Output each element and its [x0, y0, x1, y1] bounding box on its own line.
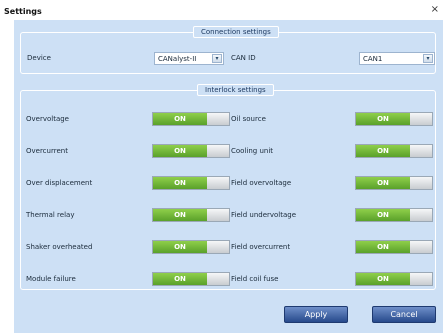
interlock-settings-legend: Interlock settings: [197, 84, 274, 96]
toggle-knob[interactable]: [410, 209, 432, 221]
toggle-knob[interactable]: [410, 145, 432, 157]
toggle-knob[interactable]: [207, 145, 229, 157]
toggle-knob[interactable]: [410, 241, 432, 253]
device-dropdown[interactable]: CANalyst-II ▾: [154, 52, 224, 65]
toggle-shaker-overheated[interactable]: ON: [152, 240, 230, 254]
toggle-module-failure[interactable]: ON: [152, 272, 230, 286]
toggle-field-overcurrent[interactable]: ON: [355, 240, 433, 254]
toggle-field-undervoltage[interactable]: ON: [355, 208, 433, 222]
toggle-cooling-unit[interactable]: ON: [355, 144, 433, 158]
connection-settings-legend: Connection settings: [193, 26, 279, 38]
toggle-state-label: ON: [153, 177, 207, 189]
toggle-knob[interactable]: [207, 241, 229, 253]
toggle-knob[interactable]: [207, 273, 229, 285]
toggle-knob[interactable]: [207, 209, 229, 221]
apply-button[interactable]: Apply: [284, 306, 348, 323]
can-id-dropdown[interactable]: CAN1 ▾: [359, 52, 435, 65]
interlock-settings-group: Interlock settings Overvoltage ON Overcurr…: [20, 84, 436, 290]
toggle-oil-source[interactable]: ON: [355, 112, 433, 126]
interlock-label-module-failure: Module failure: [26, 275, 76, 283]
toggle-knob[interactable]: [207, 177, 229, 189]
toggle-state-label: ON: [153, 273, 207, 285]
interlock-label-oil-source: Oil source: [231, 115, 266, 123]
interlock-label-thermal-relay: Thermal relay: [26, 211, 75, 219]
interlock-label-over-displacement: Over displacement: [26, 179, 93, 187]
toggle-state-label: ON: [356, 209, 410, 221]
interlock-label-field-overvoltage: Field overvoltage: [231, 179, 292, 187]
chevron-down-icon[interactable]: ▾: [423, 54, 433, 63]
toggle-state-label: ON: [356, 113, 410, 125]
toggle-state-label: ON: [356, 241, 410, 253]
toggle-knob[interactable]: [207, 113, 229, 125]
toggle-state-label: ON: [356, 145, 410, 157]
can-id-label: CAN ID: [231, 54, 256, 62]
interlock-label-cooling-unit: Cooling unit: [231, 147, 274, 155]
toggle-overcurrent[interactable]: ON: [152, 144, 230, 158]
window-title: Settings: [4, 7, 42, 16]
toggle-state-label: ON: [356, 273, 410, 285]
interlock-label-field-coil-fuse: Field coil fuse: [231, 275, 279, 283]
interlock-label-field-undervoltage: Field undervoltage: [231, 211, 297, 219]
can-id-value: CAN1: [363, 55, 383, 63]
interlock-label-field-overcurrent: Field overcurrent: [231, 243, 291, 251]
toggle-knob[interactable]: [410, 273, 432, 285]
toggle-field-coil-fuse[interactable]: ON: [355, 272, 433, 286]
toggle-thermal-relay[interactable]: ON: [152, 208, 230, 222]
toggle-state-label: ON: [153, 145, 207, 157]
connection-settings-group: Connection settings Device CANalyst-II ▾…: [20, 26, 436, 74]
toggle-over-displacement[interactable]: ON: [152, 176, 230, 190]
interlock-label-shaker-overheated: Shaker overheated: [26, 243, 93, 251]
interlock-label-overvoltage: Overvoltage: [26, 115, 69, 123]
toggle-state-label: ON: [153, 113, 207, 125]
interlock-label-overcurrent: Overcurrent: [26, 147, 68, 155]
cancel-button[interactable]: Cancel: [372, 306, 436, 323]
toggle-overvoltage[interactable]: ON: [152, 112, 230, 126]
toggle-knob[interactable]: [410, 113, 432, 125]
toggle-state-label: ON: [153, 209, 207, 221]
toggle-field-overvoltage[interactable]: ON: [355, 176, 433, 190]
close-icon[interactable]: ×: [431, 5, 439, 15]
device-value: CANalyst-II: [158, 55, 197, 63]
device-label: Device: [27, 54, 51, 62]
toggle-knob[interactable]: [410, 177, 432, 189]
settings-panel: Connection settings Device CANalyst-II ▾…: [14, 20, 443, 333]
toggle-state-label: ON: [356, 177, 410, 189]
chevron-down-icon[interactable]: ▾: [212, 54, 222, 63]
toggle-state-label: ON: [153, 241, 207, 253]
